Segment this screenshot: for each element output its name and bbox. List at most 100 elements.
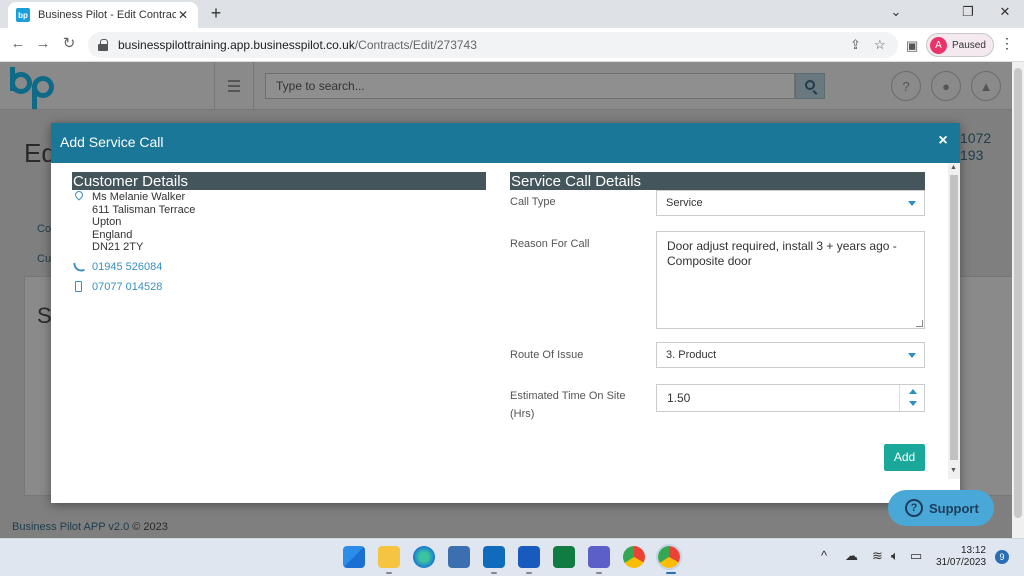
chrome-icon[interactable] — [623, 546, 645, 568]
scroll-down-icon[interactable]: ▼ — [950, 467, 957, 474]
footer-link[interactable]: Business Pilot APP v2.0 — [12, 521, 129, 533]
taskbar: ^ ☁ ≋ 🔈︎ ▭ 13:12 31/07/2023 9 — [0, 538, 1024, 576]
estimated-time-label: Estimated Time On Site (Hrs) — [510, 390, 626, 420]
file-explorer-icon[interactable] — [378, 546, 400, 568]
taskbar-clock[interactable]: 13:12 31/07/2023 — [936, 545, 986, 569]
bg-link-2: Cu — [37, 253, 52, 265]
tray-overflow-icon[interactable]: ^ — [821, 548, 827, 563]
bg-number-2: 193 — [960, 147, 984, 163]
app-footer: Business Pilot APP v2.0 © 2023 — [12, 521, 168, 533]
bg-panel-title: S — [37, 303, 52, 328]
browser-tab-bar: bp Business Pilot - Edit Contract ✕ + ⌄ … — [0, 0, 1024, 28]
reason-for-call-textarea[interactable]: Door adjust required, install 3 + years … — [656, 231, 925, 329]
app-header: Type to search... ? ● ▲ — [0, 62, 1012, 110]
modal-body: Customer Details Ms Melanie Walker 611 T… — [51, 163, 948, 503]
onedrive-icon[interactable]: ☁ — [845, 548, 858, 564]
wifi-icon[interactable]: ≋ — [872, 548, 883, 564]
support-label: Support — [929, 500, 979, 516]
reload-icon[interactable]: ↻ — [60, 36, 78, 52]
excel-icon[interactable] — [553, 546, 575, 568]
add-button[interactable]: Add — [884, 444, 925, 471]
profile-button[interactable]: A Paused — [926, 33, 994, 57]
teams-icon[interactable] — [588, 546, 610, 568]
customer-name: Ms Melanie Walker — [92, 191, 186, 203]
stepper-up-icon[interactable] — [909, 389, 917, 394]
tab-close-icon[interactable]: ✕ — [176, 8, 190, 22]
battery-icon[interactable]: ▭ — [910, 548, 922, 564]
support-button[interactable]: ? Support — [888, 490, 994, 526]
add-service-call-modal: Add Service Call × Customer Details Ms M… — [51, 123, 960, 503]
modal-header: Add Service Call × — [51, 123, 960, 163]
help-icon[interactable]: ? — [891, 71, 921, 101]
stepper-down-icon[interactable] — [909, 401, 917, 406]
user-icon[interactable]: ● — [931, 71, 961, 101]
chrome-profile-icon[interactable] — [656, 544, 682, 570]
page-scrollbar[interactable] — [1012, 62, 1024, 538]
customer-address-town: Upton — [92, 216, 122, 228]
profile-status: Paused — [952, 39, 986, 51]
avatar: A — [930, 36, 947, 54]
call-type-label: Call Type — [510, 196, 556, 208]
reason-for-call-value: Door adjust required, install 3 + years … — [667, 239, 897, 268]
route-of-issue-label: Route Of Issue — [510, 349, 584, 361]
window-close-icon[interactable]: ✕ — [995, 4, 1015, 20]
search-button[interactable] — [795, 73, 825, 99]
mobile-phone-icon — [73, 281, 85, 295]
new-tab-icon[interactable]: + — [206, 4, 226, 22]
call-type-value: Service — [666, 197, 703, 209]
browser-tab[interactable]: bp Business Pilot - Edit Contract ✕ — [8, 2, 198, 28]
edge-icon[interactable] — [413, 546, 435, 568]
outlook-icon[interactable] — [483, 546, 505, 568]
reason-for-call-label: Reason For Call — [510, 238, 590, 250]
modal-scrollbar-thumb[interactable] — [950, 175, 958, 460]
bp-logo-icon[interactable] — [10, 67, 54, 109]
side-panel-icon[interactable]: ▣ — [906, 38, 918, 54]
customer-phone-link[interactable]: 01945 526084 — [92, 261, 162, 273]
resize-handle-icon[interactable] — [916, 320, 923, 327]
close-icon[interactable]: × — [935, 132, 951, 150]
restore-icon[interactable]: ❐ — [958, 4, 978, 20]
route-of-issue-select[interactable]: 3. Product — [656, 342, 925, 368]
address-bar[interactable]: businesspilottraining.app.businesspilot.… — [88, 32, 898, 58]
modal-title: Add Service Call — [60, 134, 164, 150]
lock-icon[interactable] — [98, 39, 108, 51]
bookmark-star-icon[interactable]: ☆ — [874, 37, 886, 53]
minimize-icon[interactable]: ⌄ — [886, 4, 906, 20]
browser-toolbar: ← → ↻ businesspilottraining.app.business… — [0, 28, 1024, 62]
search-icon — [805, 80, 815, 90]
customer-address-street: 611 Talisman Terrace — [92, 203, 196, 216]
call-type-select[interactable]: Service — [656, 190, 925, 216]
url-text: businesspilottraining.app.businesspilot.… — [118, 38, 477, 52]
search-input[interactable]: Type to search... — [265, 73, 795, 99]
modal-scrollbar[interactable]: ▲ ▼ — [948, 163, 960, 479]
bell-icon[interactable]: ▲ — [971, 71, 1001, 101]
volume-icon[interactable]: 🔈︎ — [891, 548, 899, 564]
estimated-time-value: 1.50 — [667, 391, 691, 405]
scroll-up-icon[interactable]: ▲ — [950, 164, 957, 171]
bg-number-1: 1072 — [960, 130, 992, 146]
chevron-down-icon — [908, 353, 916, 358]
browser-menu-icon[interactable]: ⋮ — [1000, 35, 1014, 52]
windows-start-icon[interactable] — [343, 546, 365, 568]
bp-favicon-icon: bp — [16, 8, 30, 22]
forward-icon[interactable]: → — [34, 36, 52, 52]
notification-badge[interactable]: 9 — [995, 550, 1009, 564]
back-icon[interactable]: ← — [9, 36, 27, 52]
phone-icon — [73, 261, 85, 275]
question-icon: ? — [905, 499, 923, 517]
customer-address-postcode: DN21 2TY — [92, 241, 144, 253]
customer-mobile-link[interactable]: 07077 014528 — [92, 281, 162, 293]
store-icon[interactable] — [448, 546, 470, 568]
footer-copyright: © 2023 — [132, 521, 168, 533]
chevron-down-icon — [908, 201, 916, 206]
number-stepper[interactable] — [899, 385, 925, 411]
word-icon[interactable] — [518, 546, 540, 568]
clock-date: 31/07/2023 — [936, 557, 987, 568]
share-icon[interactable]: ⇪ — [850, 37, 861, 53]
location-pin-icon — [73, 189, 85, 204]
hamburger-menu-icon[interactable] — [214, 62, 254, 110]
estimated-time-input[interactable]: 1.50 — [656, 384, 925, 412]
customer-address-country: England — [92, 228, 133, 241]
bg-link-1: Co — [37, 223, 52, 235]
tab-title: Business Pilot - Edit Contract — [38, 9, 176, 21]
